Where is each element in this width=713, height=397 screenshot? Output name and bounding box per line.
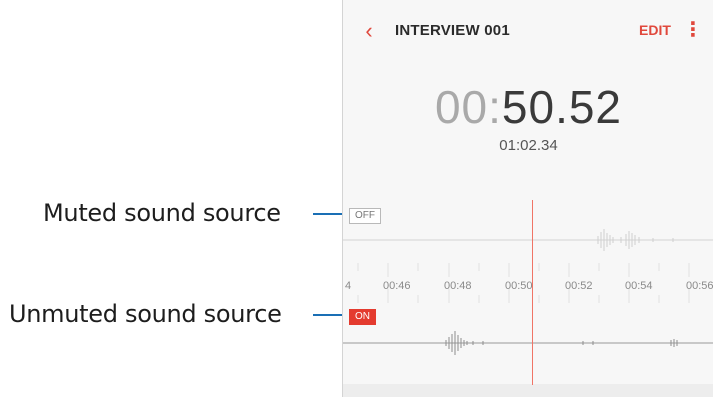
recorder-screen: ‹ INTERVIEW 001 EDIT ⋮ 00:50.52 01:02.34… [342,0,713,397]
mute-toggle-on[interactable]: ON [349,309,376,325]
elapsed-seconds: 50.52 [501,81,623,133]
playhead[interactable] [532,200,533,385]
unmuted-sound-source-callout: Unmuted sound source [9,300,282,328]
chevron-left-icon[interactable]: ‹ [357,18,381,44]
elapsed-time: 00:50.52 [343,80,713,134]
track-area: OFF 4 00:46 00:48 00:50 00:52 00:54 00:5… [343,198,713,397]
unmuted-track-waveform [343,331,713,355]
more-vert-icon[interactable]: ⋮ [683,18,703,42]
mute-toggle-off[interactable]: OFF [349,208,381,224]
total-duration: 01:02.34 [499,137,558,154]
edit-button[interactable]: EDIT [639,22,671,38]
muted-track-waveform [343,229,713,251]
muted-sound-source-callout: Muted sound source [43,199,281,227]
recording-title: INTERVIEW 001 [395,22,510,39]
app-bar: ‹ INTERVIEW 001 EDIT ⋮ [343,0,713,64]
elapsed-minutes: 00: [434,81,502,133]
bottom-band [343,384,713,397]
ruler-tick-marks [357,263,690,303]
